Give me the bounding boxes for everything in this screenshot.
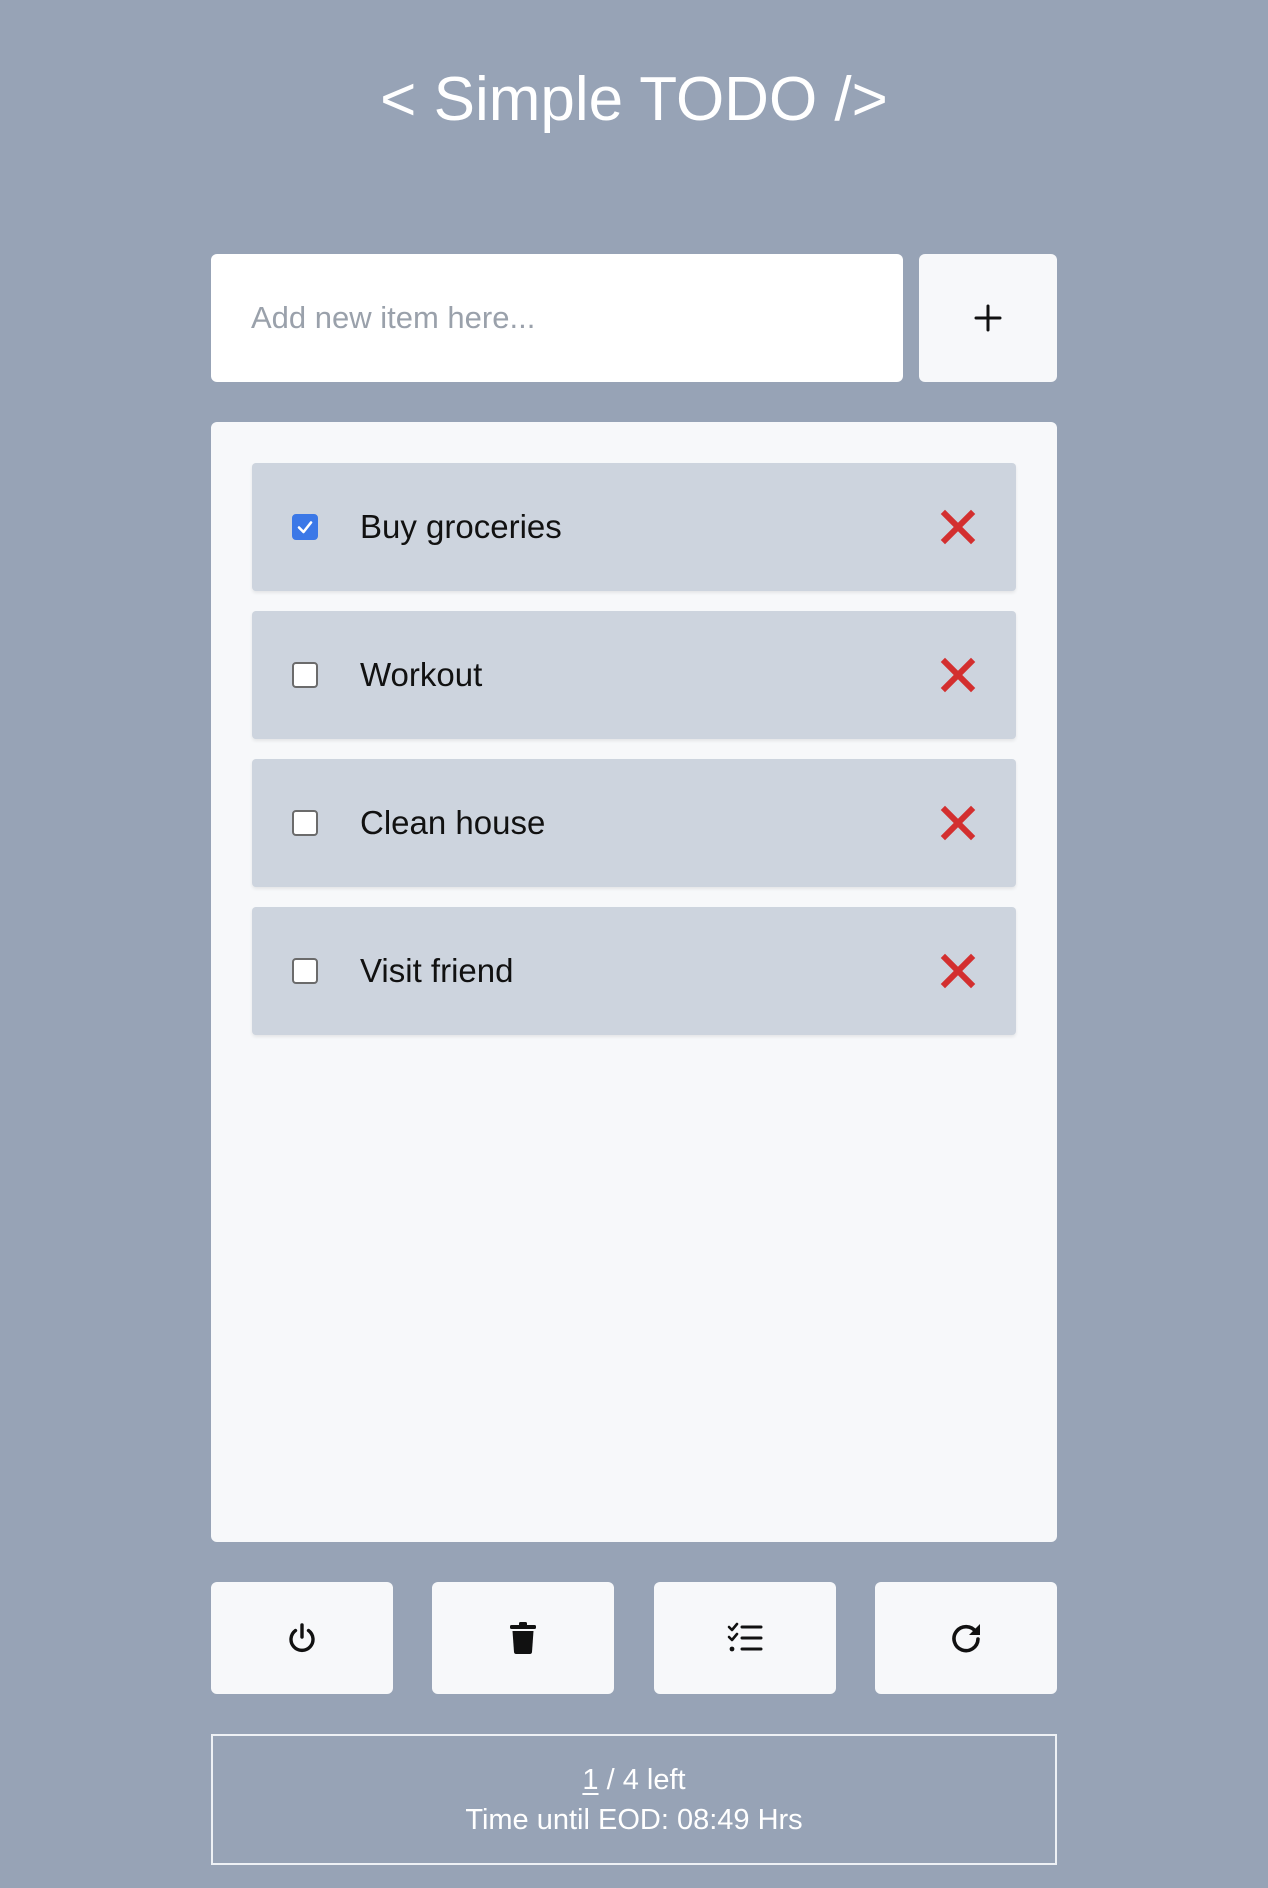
remaining-count: 1 / 4 left xyxy=(213,1762,1055,1798)
todo-checkbox[interactable] xyxy=(292,810,318,836)
todo-label: Buy groceries xyxy=(360,508,562,545)
delete-icon[interactable] xyxy=(938,655,978,695)
reset-button[interactable] xyxy=(875,1582,1057,1694)
total-count-text: / 4 left xyxy=(598,1764,686,1796)
todo-list: Buy groceries Workout Clean house Visit … xyxy=(211,422,1057,1542)
eod-countdown: Time until EOD: 08:49 Hrs xyxy=(465,1804,803,1836)
add-item-button[interactable] xyxy=(919,254,1057,382)
plus-icon xyxy=(974,304,1002,332)
todo-label: Workout xyxy=(360,656,483,693)
status-panel: 1 / 4 left Time until EOD: 08:49 Hrs xyxy=(211,1734,1057,1865)
delete-icon[interactable] xyxy=(938,951,978,991)
todo-item: Buy groceries xyxy=(252,463,1016,591)
delete-icon[interactable] xyxy=(938,507,978,547)
page-title: < Simple TODO /> xyxy=(380,65,888,134)
todo-item: Visit friend xyxy=(252,907,1016,1035)
delete-icon[interactable] xyxy=(938,803,978,843)
clear-all-button[interactable] xyxy=(432,1582,614,1694)
new-item-input[interactable] xyxy=(211,254,903,382)
todo-label: Clean house xyxy=(360,804,546,841)
add-item-form xyxy=(211,254,1057,382)
todo-item: Workout xyxy=(252,611,1016,739)
todo-checkbox[interactable] xyxy=(292,662,318,688)
trash-icon xyxy=(510,1622,536,1654)
power-icon xyxy=(289,1623,315,1653)
done-count: 1 xyxy=(582,1764,599,1796)
power-button[interactable] xyxy=(211,1582,393,1694)
todo-label: Visit friend xyxy=(360,952,514,989)
todo-checkbox[interactable] xyxy=(292,958,318,984)
check-icon xyxy=(297,521,313,534)
todo-item: Clean house xyxy=(252,759,1016,887)
todo-checkbox[interactable] xyxy=(292,514,318,540)
checklist-icon xyxy=(727,1622,763,1652)
check-all-button[interactable] xyxy=(654,1582,836,1694)
refresh-icon xyxy=(952,1624,980,1653)
